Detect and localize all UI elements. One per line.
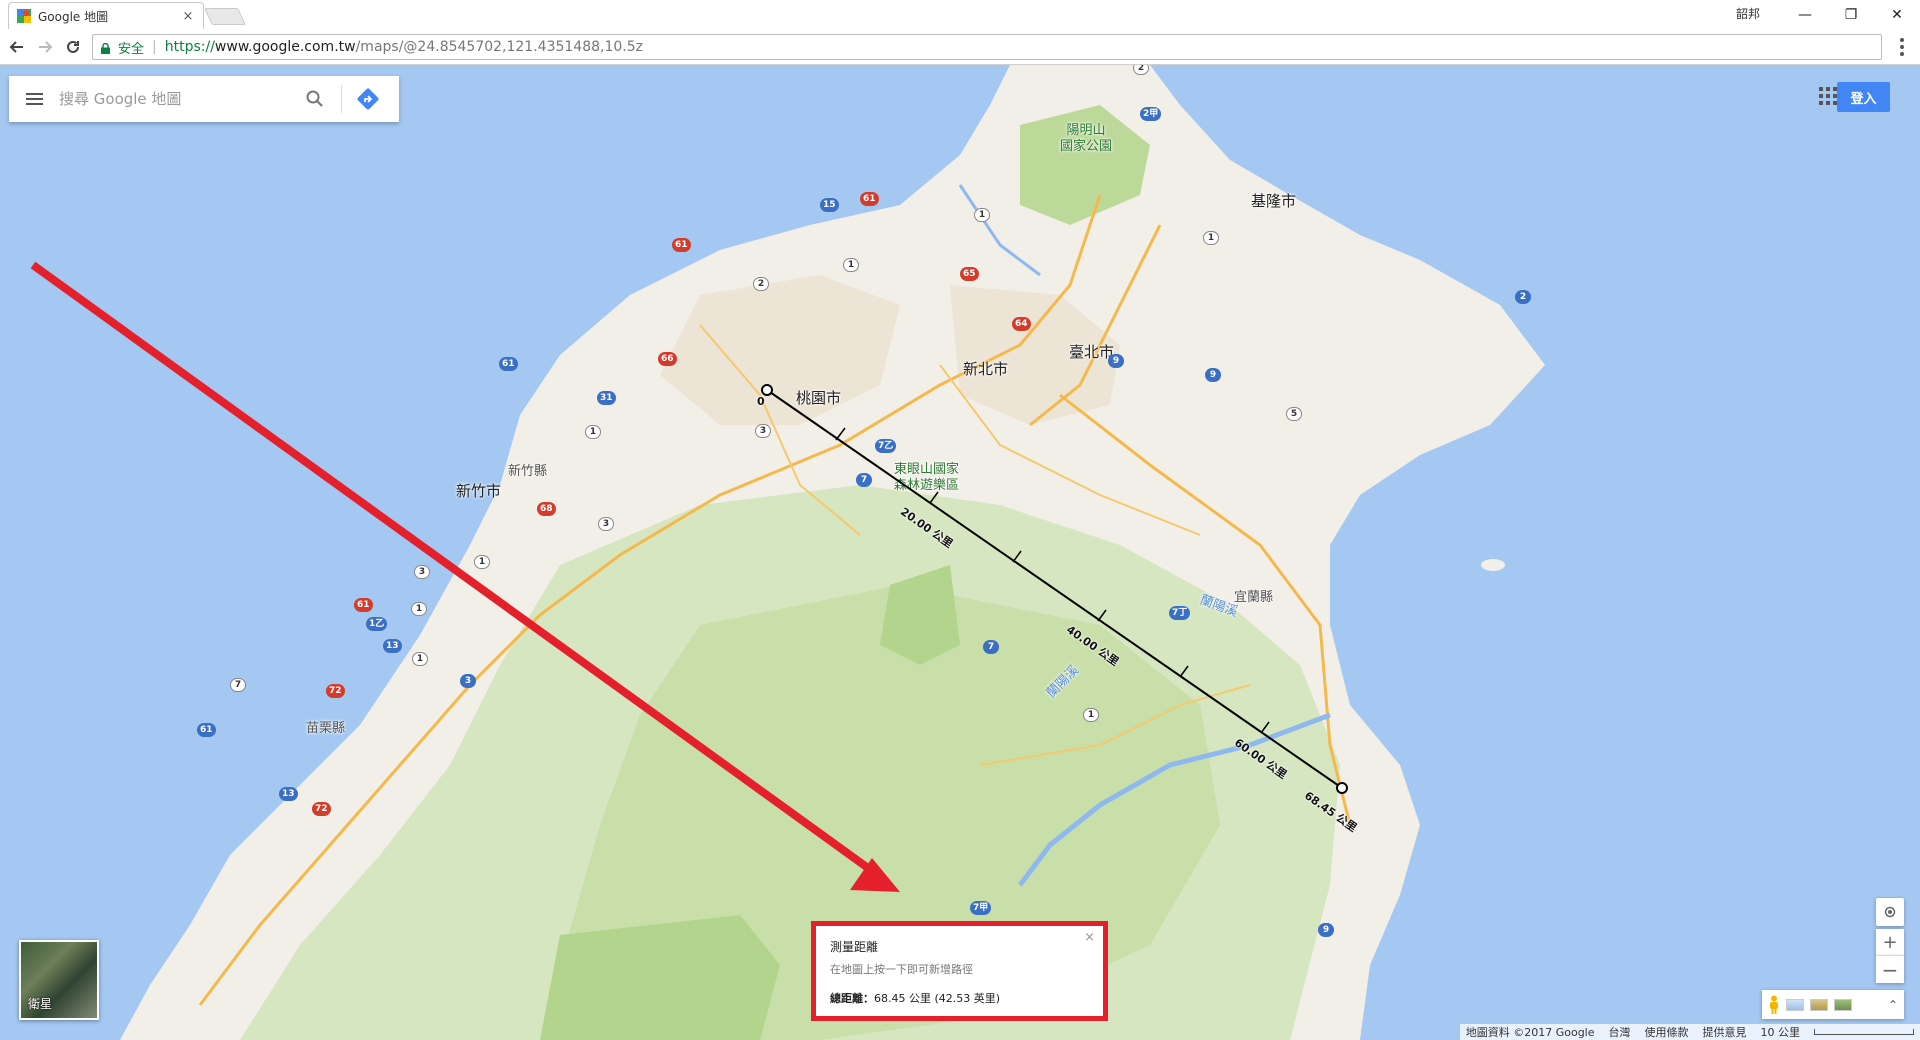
map-canvas[interactable]: 桃園市 新北市 臺北市 基隆市 新竹市 新竹縣 苗栗縣 宜蘭縣 陽明山 國家公園… xyxy=(0,65,1920,1040)
menu-button[interactable] xyxy=(9,76,59,122)
measure-tick xyxy=(1097,609,1107,622)
search-icon xyxy=(306,90,323,107)
reload-icon xyxy=(67,40,79,53)
menu-icon-bar xyxy=(25,103,43,105)
lock-icon xyxy=(101,42,110,54)
browser-user-name[interactable]: 韶邦 xyxy=(1736,5,1760,22)
tab-close-icon[interactable]: × xyxy=(181,9,195,24)
reload-button[interactable] xyxy=(62,36,84,58)
close-window-button[interactable]: ✕ xyxy=(1874,0,1920,29)
measure-tick xyxy=(1179,665,1189,678)
measure-path-layer xyxy=(761,384,1348,794)
address-bar[interactable]: 安全 | https:// www.google.com.tw /maps/@2… xyxy=(92,34,1882,60)
imagery-bar: ⌃ xyxy=(1762,990,1904,1019)
my-location-icon xyxy=(1884,906,1896,918)
google-maps-favicon-icon xyxy=(17,9,31,23)
url-host: www.google.com.tw xyxy=(214,39,356,55)
url-path: /maps/@24.8545702,121.4351488,10.5z xyxy=(355,39,643,55)
measure-distance-card: × 測量距離 在地圖上按一下即可新增路徑 總距離：68.45 公里 (42.53… xyxy=(811,921,1108,1021)
measure-card-title: 測量距離 xyxy=(830,940,879,954)
forward-button[interactable] xyxy=(34,36,56,58)
new-tab-button[interactable] xyxy=(204,8,246,25)
zoom-in-button[interactable]: + xyxy=(1876,929,1904,956)
map-footer: 地圖資料 ©2017 Google 台灣 使用條款 提供意見 10 公里 xyxy=(1459,1024,1920,1040)
terms-link[interactable]: 使用條款 xyxy=(1645,1024,1689,1040)
measure-start-point xyxy=(761,384,773,396)
search-button[interactable] xyxy=(295,76,335,122)
secure-label: 安全 xyxy=(118,41,145,57)
imagery-thumb-3[interactable] xyxy=(1834,998,1852,1011)
browser-menu-button[interactable] xyxy=(1892,35,1912,59)
measure-total-value: 68.45 公里 (42.53 英里) xyxy=(874,992,1001,1005)
tab-title: Google 地圖 xyxy=(38,9,109,24)
measure-card-hint: 在地圖上按一下即可新增路徑 xyxy=(830,963,973,976)
measure-end-point xyxy=(1336,782,1348,794)
measure-tick xyxy=(835,427,846,441)
pegman-icon[interactable] xyxy=(1768,995,1780,1014)
menu-icon-bar xyxy=(25,93,43,95)
imagery-thumb-1[interactable] xyxy=(1786,998,1804,1011)
satellite-toggle[interactable]: 衛星 xyxy=(19,940,99,1020)
measure-total-label: 總距離： xyxy=(830,992,874,1005)
directions-button[interactable] xyxy=(348,76,388,122)
browser-toolbar: 安全 | https:// www.google.com.tw /maps/@2… xyxy=(0,29,1920,65)
apps-grid-icon xyxy=(1826,101,1830,105)
menu-dot xyxy=(1900,45,1904,49)
apps-grid-icon xyxy=(1826,87,1830,91)
url-separator: | xyxy=(152,39,157,55)
search-input[interactable] xyxy=(59,90,295,108)
region-link[interactable]: 台灣 xyxy=(1609,1024,1631,1040)
apps-grid-icon xyxy=(1819,94,1823,98)
sign-in-button[interactable]: 登入 xyxy=(1837,82,1890,112)
scale-label[interactable]: 10 公里 xyxy=(1761,1024,1801,1040)
feedback-link[interactable]: 提供意見 xyxy=(1703,1024,1747,1040)
url-scheme: https:// xyxy=(164,39,215,55)
minimize-button[interactable]: — xyxy=(1782,0,1828,29)
restore-button[interactable]: ❐ xyxy=(1828,0,1874,29)
forward-arrow-icon xyxy=(39,41,53,53)
back-arrow-icon xyxy=(9,41,23,53)
measure-tick xyxy=(929,491,939,504)
search-divider xyxy=(341,85,342,113)
satellite-label: 衛星 xyxy=(28,997,53,1011)
measure-start-label: 0 xyxy=(757,395,765,408)
measure-close-icon[interactable]: × xyxy=(1084,930,1095,945)
map-data-attribution: 地圖資料 ©2017 Google xyxy=(1465,1026,1595,1039)
browser-tab[interactable]: Google 地圖 × xyxy=(8,2,204,29)
apps-grid-icon xyxy=(1826,94,1830,98)
my-location-button[interactable] xyxy=(1876,898,1904,926)
directions-icon xyxy=(357,88,379,110)
back-button[interactable] xyxy=(6,36,28,58)
menu-icon-bar xyxy=(25,98,43,100)
measure-tick xyxy=(1260,721,1270,734)
menu-dot xyxy=(1900,38,1904,42)
apps-grid-icon xyxy=(1819,87,1823,91)
scale-bar xyxy=(1814,1029,1914,1035)
apps-grid-icon xyxy=(1819,101,1823,105)
expand-imagery-icon[interactable]: ⌃ xyxy=(1888,998,1898,1012)
menu-dot xyxy=(1900,52,1904,56)
imagery-thumb-2[interactable] xyxy=(1810,998,1828,1011)
zoom-out-button[interactable]: − xyxy=(1876,956,1904,983)
measure-tick xyxy=(1012,550,1022,563)
search-box xyxy=(9,76,399,122)
measure-path-line xyxy=(766,389,1343,789)
browser-titlebar: Google 地圖 × 韶邦 — ❐ ✕ xyxy=(0,0,1920,29)
measure-total-distance: 總距離：68.45 公里 (42.53 英里) xyxy=(830,990,1089,1006)
